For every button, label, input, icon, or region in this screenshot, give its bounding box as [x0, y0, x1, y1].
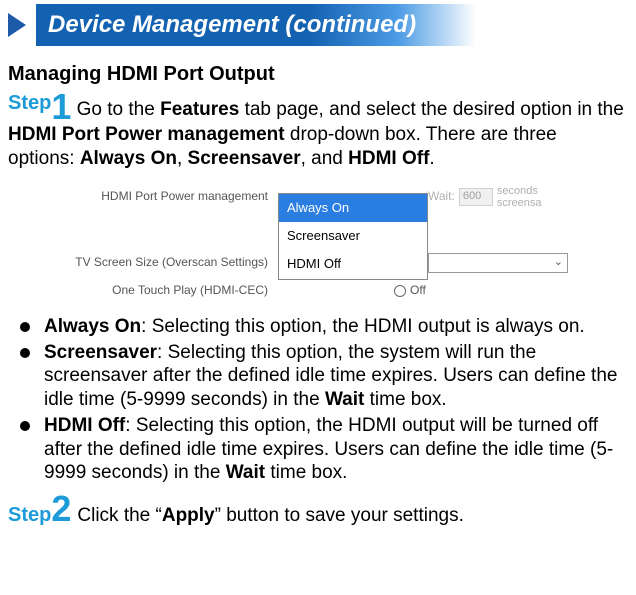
bullet-desc: time box. — [265, 462, 347, 483]
bullet-term: Screensaver — [44, 342, 157, 363]
wait-label: Wait: — [428, 189, 455, 204]
bullet-desc: time box. — [364, 389, 446, 410]
bullet-term: HDMI Off — [44, 415, 125, 436]
bullet-item: Always On: Selecting this option, the HD… — [20, 315, 624, 339]
hdmi-power-dropdown[interactable]: Always On Screensaver HDMI Off — [278, 193, 428, 280]
features-word: Features — [160, 99, 239, 120]
bullet-icon — [20, 322, 30, 332]
step1-text: Go to the — [71, 99, 160, 120]
option-always-on: Always On — [80, 148, 177, 169]
page-header: Device Management (continued) — [0, 4, 636, 46]
ui-screenshot-figure: HDMI Port Power management Always On Scr… — [48, 183, 588, 305]
tv-size-select[interactable]: ⌄ — [428, 253, 568, 273]
chevron-down-icon: ⌄ — [554, 256, 563, 270]
apply-word: Apply — [162, 505, 215, 526]
field-label-one-touch: One Touch Play (HDMI-CEC) — [48, 283, 278, 298]
step2-text: ” button to save your settings. — [215, 505, 464, 526]
radio-off[interactable]: Off — [394, 283, 426, 298]
dropdown-option-hdmi-off[interactable]: HDMI Off — [279, 250, 427, 278]
bullet-icon — [20, 421, 30, 431]
step1-text: , — [177, 148, 188, 169]
radio-off-label: Off — [410, 283, 426, 298]
field-label-tv-size: TV Screen Size (Overscan Settings) — [48, 255, 278, 270]
hdmi-mgmt-word: HDMI Port Power management — [8, 124, 285, 145]
wait-input[interactable]: 600 — [459, 188, 493, 206]
dropdown-option-always-on[interactable]: Always On — [279, 194, 427, 222]
step-2-number: 2 — [51, 493, 71, 525]
header-arrow-icon — [8, 13, 26, 37]
step1-text: tab page, and select the desired option … — [239, 99, 624, 120]
step-1-paragraph: Step1 Go to the Features tab page, and s… — [8, 91, 628, 171]
step-2-paragraph: Step2 Click the “Apply” button to save y… — [8, 493, 628, 528]
step-label: Step — [8, 92, 51, 114]
option-screensaver: Screensaver — [188, 148, 301, 169]
header-title: Device Management (continued) — [36, 4, 476, 46]
step-label: Step — [8, 503, 51, 528]
section-heading: Managing HDMI Port Output — [8, 62, 628, 87]
step1-text: . — [429, 148, 434, 169]
step1-text: , and — [301, 148, 349, 169]
bullet-desc: : Selecting this option, the HDMI output… — [141, 316, 585, 337]
bullet-item: HDMI Off: Selecting this option, the HDM… — [20, 414, 624, 485]
option-hdmi-off: HDMI Off — [348, 148, 429, 169]
field-label-hdmi-power: HDMI Port Power management — [48, 189, 278, 204]
bullet-item: Screensaver: Selecting this option, the … — [20, 341, 624, 412]
wait-word: Wait — [325, 389, 364, 410]
wait-suffix: seconds screensa — [497, 185, 542, 209]
radio-icon — [394, 285, 406, 297]
bullet-icon — [20, 348, 30, 358]
dropdown-option-screensaver[interactable]: Screensaver — [279, 222, 427, 250]
step2-text: Click the “ — [77, 505, 161, 526]
wait-word: Wait — [226, 462, 265, 483]
bullet-term: Always On — [44, 316, 141, 337]
step-1-number: 1 — [51, 86, 71, 127]
